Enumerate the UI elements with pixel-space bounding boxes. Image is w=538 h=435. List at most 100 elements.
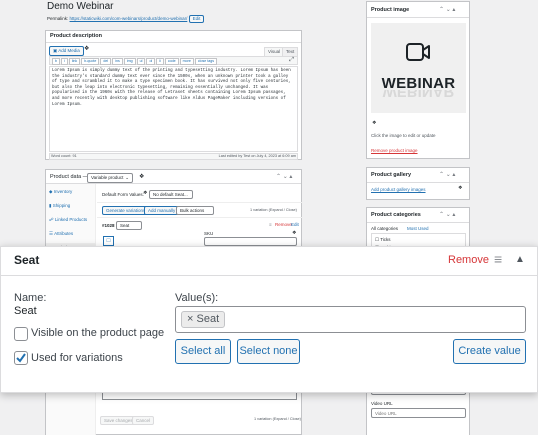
permalink-edit-button[interactable]: Edit	[188, 15, 205, 23]
add-media-button[interactable]: ▣ Add Media	[49, 46, 84, 56]
link-icon: ☍	[49, 217, 54, 222]
panel-controls[interactable]: ⌃ ⌄ ▴	[439, 6, 455, 13]
visible-label: Visible on the product page	[31, 327, 165, 339]
permalink-label: Permalink:	[47, 16, 69, 21]
variation-count-bottom: 1 variation (Expand / Close)	[254, 417, 301, 421]
product-type-select[interactable]: Variable product ⌄	[87, 173, 133, 183]
values-input[interactable]: × Seat	[175, 306, 526, 333]
tab-inventory[interactable]: ◆ Inventory	[49, 189, 72, 195]
product-image-title: Product image	[371, 7, 410, 13]
tab-most-used[interactable]: Most Used	[407, 226, 429, 232]
value-token[interactable]: × Seat	[181, 311, 226, 328]
quicktag-button[interactable]: ins	[112, 58, 123, 65]
collapse-arrow-icon[interactable]: ▲	[515, 254, 525, 265]
variation-id: #1028	[102, 223, 115, 228]
token-remove-icon[interactable]: ×	[187, 313, 193, 325]
variation-image-icon[interactable]: □	[103, 236, 114, 246]
tab-linked-products[interactable]: ☍ Linked Products	[49, 217, 87, 223]
attribute-remove-link[interactable]: Remove	[448, 254, 489, 266]
permalink-row: Permalink: https://staticwiki.com/com-we…	[47, 15, 347, 23]
help-icon[interactable]: ❖	[458, 185, 462, 191]
help-icon[interactable]: ❖	[143, 190, 147, 196]
quicktag-button[interactable]: ul	[136, 58, 146, 65]
product-categories-title: Product categories	[371, 212, 421, 218]
remove-image-link[interactable]: Remove product image	[371, 148, 418, 154]
panel-controls[interactable]: ⌃ ⌄ ▴	[439, 211, 455, 218]
variation-edit-link[interactable]: Edit	[291, 222, 299, 228]
variations-checkbox[interactable]	[14, 351, 28, 365]
quicktag-button[interactable]: li	[156, 58, 164, 65]
quicktag-button[interactable]: del	[100, 58, 112, 65]
description-textarea[interactable]: Lorem Ipsum is simply dummy text of the …	[49, 66, 298, 152]
panel-controls[interactable]: ⌃ ⌄ ▴	[276, 173, 292, 180]
create-value-button[interactable]: Create value	[453, 339, 526, 364]
select-none-button[interactable]: Select none	[237, 339, 300, 364]
default-form-select[interactable]: No default Seat...	[149, 190, 193, 199]
quicktag-button[interactable]: img	[123, 58, 136, 65]
page-title: Demo Webinar	[47, 1, 114, 12]
help-icon[interactable]: ❖	[372, 120, 376, 126]
category-label: Ticks	[380, 237, 391, 242]
video-url-label: Video URL	[371, 401, 393, 406]
bulk-actions-select[interactable]: Bulk actions	[176, 206, 214, 215]
quicktag-button[interactable]: more	[179, 58, 194, 65]
quicktag-button[interactable]: b-quote	[81, 58, 100, 65]
quicktag-button[interactable]: ol	[146, 58, 156, 65]
variation-attribute-select[interactable]: Seat	[116, 221, 142, 230]
media-icon: ▣	[53, 48, 58, 53]
drag-icon[interactable]: ≡	[269, 222, 272, 228]
panel-controls[interactable]: ⌃ ⌄ ▴	[439, 171, 455, 178]
quicktag-button[interactable]: close tags	[194, 58, 218, 65]
default-form-label: Default Form Values:	[102, 192, 144, 197]
name-label: Name:	[14, 292, 47, 304]
category-item[interactable]: ☐ Ticks	[375, 237, 391, 243]
quicktag-button[interactable]: b	[52, 58, 60, 65]
quicktag-button[interactable]: link	[68, 58, 81, 65]
product-type-value: Variable product	[91, 175, 124, 180]
truck-icon: ▮	[49, 203, 52, 208]
checkmark-icon	[16, 353, 26, 363]
tab-shipping[interactable]: ▮ Shipping	[49, 203, 70, 209]
variation-attribute-value: Seat	[120, 223, 130, 228]
help-icon[interactable]: ❖	[139, 173, 144, 180]
variation-remove-link[interactable]: Remove	[275, 222, 292, 228]
visible-checkbox[interactable]	[14, 327, 28, 341]
description-box: Product description ▣ Add Media ❖ Visual…	[45, 30, 302, 160]
add-gallery-link[interactable]: Add product gallery images	[371, 187, 426, 193]
tab-shipping-label: Shipping	[52, 203, 71, 208]
add-media-label: Add Media	[58, 48, 80, 53]
select-all-button[interactable]: Select all	[175, 339, 231, 364]
variation-count: 1 variation (Expand / Close)	[250, 208, 297, 212]
description-text: Lorem Ipsum is simply dummy text of the …	[52, 69, 291, 107]
drag-handle-icon[interactable]: ≡	[494, 251, 502, 267]
webinar-reflection: WEBINAR	[382, 90, 455, 100]
list-icon: ☰	[49, 231, 54, 236]
help-icon[interactable]: ❖	[292, 230, 296, 236]
tab-attributes-label: Attributes	[54, 231, 74, 236]
video-url-input[interactable]	[371, 408, 466, 418]
product-data-label: Product data —	[50, 174, 89, 180]
product-gallery-title: Product gallery	[371, 172, 412, 178]
tab-inventory-label: Inventory	[53, 189, 73, 194]
tab-all-categories[interactable]: All categories	[371, 226, 398, 232]
product-gallery-box: Product gallery ⌃ ⌄ ▴ Add product galler…	[366, 167, 470, 200]
cancel-button[interactable]: Cancel	[132, 416, 155, 425]
quicktag-button[interactable]: code	[164, 58, 179, 65]
bulk-actions-value: Bulk actions	[180, 208, 205, 213]
generate-variations-button[interactable]: Generate variations	[102, 206, 150, 215]
quicktag-button[interactable]: i	[61, 58, 68, 65]
tab-attributes[interactable]: ☰ Attributes	[49, 231, 73, 237]
permalink-link[interactable]: https://staticwiki.com/com-webinars/prod…	[70, 16, 188, 21]
fullscreen-icon[interactable]: ⤢	[289, 57, 294, 64]
sku-input[interactable]	[204, 237, 297, 246]
product-image[interactable]: WEBINAR WEBINAR	[371, 23, 466, 113]
help-icon[interactable]: ❖	[84, 45, 89, 52]
name-value: Seat	[14, 305, 37, 317]
attribute-panel: Seat Remove ≡ ▲ Name: Seat Value(s): × S…	[0, 246, 538, 393]
add-manually-button[interactable]: Add manually	[144, 206, 180, 215]
inventory-icon: ◆	[49, 189, 53, 194]
variations-label: Used for variations	[31, 352, 123, 364]
word-count: Word count: 91	[51, 154, 77, 158]
value-token-label: Seat	[196, 313, 220, 325]
default-form-value: No default Seat...	[153, 192, 188, 197]
